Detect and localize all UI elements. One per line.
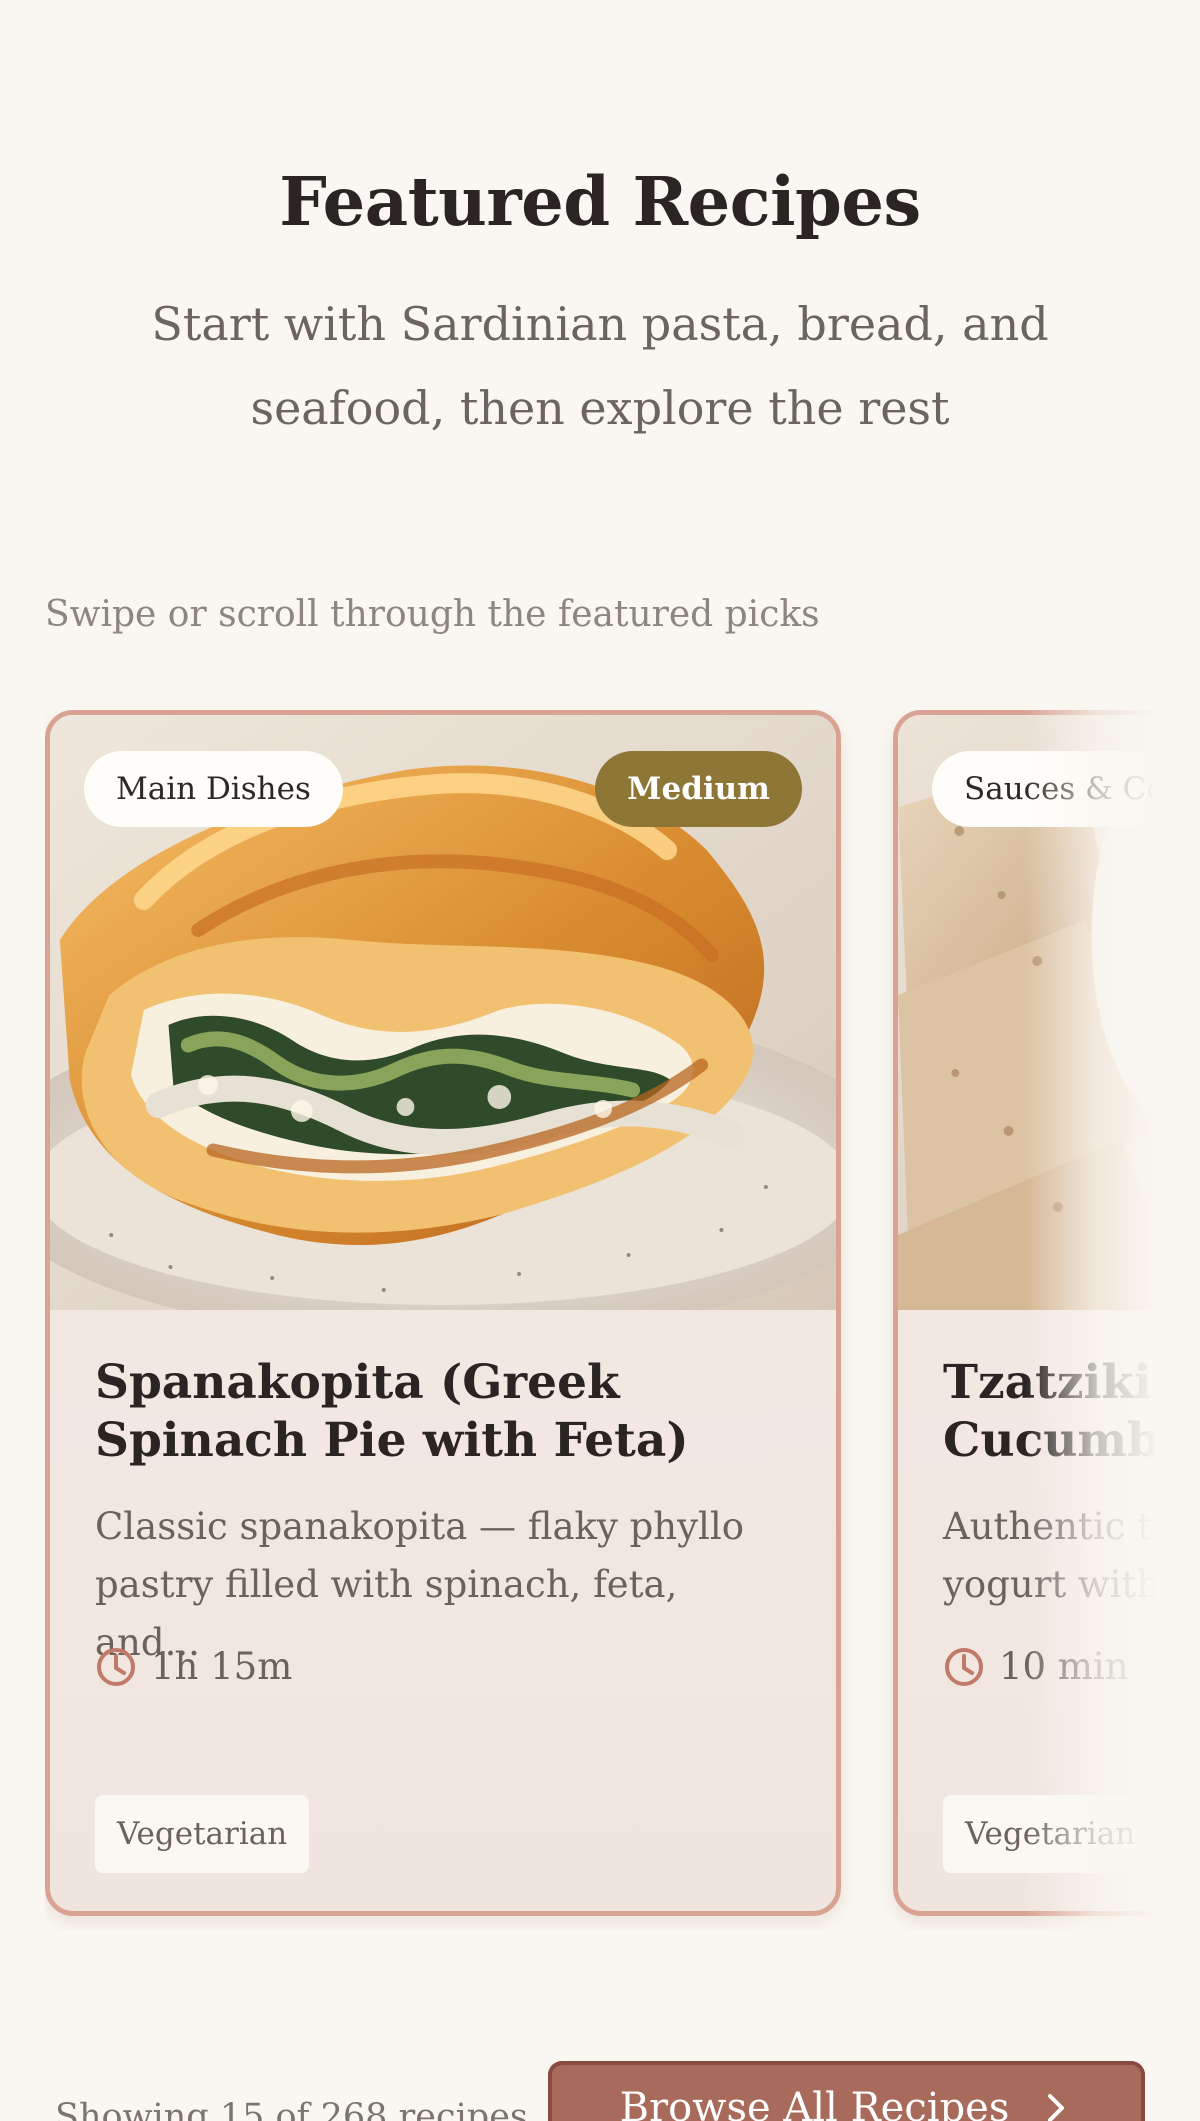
difficulty-badge: Medium [595,751,802,827]
carousel-hint: Swipe or scroll through the featured pic… [45,594,820,635]
recipe-time: 1h 15m [95,1645,292,1689]
spanakopita-image: Main Dishes Medium [50,715,836,1310]
recipe-description: Authentic tz yogurt with c [943,1505,1155,1606]
clock-icon [95,1646,137,1688]
section-title: Featured Recipes [279,162,921,241]
recipe-card-tzatziki[interactable]: Sauces & Con Tzatziki ( Cucumbe Authenti… [893,710,1155,1916]
tzatziki-image: Sauces & Con [898,715,1155,1310]
recipe-time-label: 1h 15m [151,1645,293,1688]
recipe-card-body: Spanakopita (Greek Spinach Pie with Feta… [50,1310,836,1911]
category-chip[interactable]: Main Dishes [84,751,343,827]
diet-tag: Vegetarian [943,1795,1155,1873]
featured-recipes-page: Featured Recipes Start with Sardinian pa… [0,0,1200,2121]
featured-carousel[interactable]: Main Dishes Medium Spanakopita (Greek Sp… [45,710,1155,1930]
browse-all-recipes-button[interactable]: Browse All Recipes [548,2061,1145,2121]
section-subtitle: Start with Sardinian pasta, bread, and s… [151,297,1049,435]
recipe-title[interactable]: Tzatziki ( Cucumbe [943,1354,1155,1470]
recipe-card-spanakopita[interactable]: Main Dishes Medium Spanakopita (Greek Sp… [45,710,841,1916]
recipe-title[interactable]: Spanakopita (Greek Spinach Pie with Feta… [95,1354,785,1470]
recipe-time-label: 10 min [999,1645,1129,1688]
results-count: Showing 15 of 268 recipes [55,2097,528,2121]
recipe-card-body: Tzatziki ( Cucumbe Authentic tz yogurt w… [898,1310,1155,1911]
arrow-right-icon [1039,2091,1073,2121]
clock-icon [943,1646,985,1688]
browse-button-label: Browse All Recipes [619,2085,1010,2121]
recipe-time: 10 min [943,1645,1129,1689]
diet-tag: Vegetarian [95,1795,310,1873]
category-chip[interactable]: Sauces & Con [932,751,1155,827]
